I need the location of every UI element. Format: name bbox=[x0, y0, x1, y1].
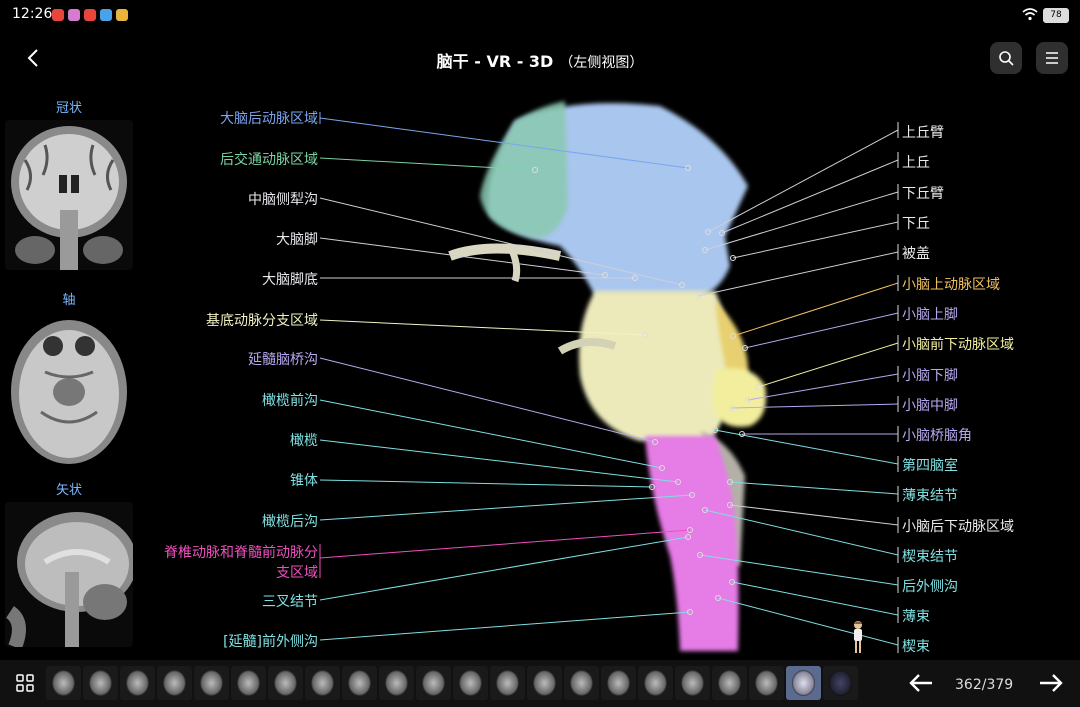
label-text: 上丘臂 bbox=[902, 125, 944, 141]
anatomy-label[interactable]: 小脑下脚 bbox=[902, 365, 958, 385]
anatomy-label[interactable]: 上丘臂 bbox=[902, 122, 944, 142]
anatomy-label[interactable]: 第四脑室 bbox=[902, 455, 958, 475]
label-text: 小脑前下动脉区域 bbox=[902, 337, 1014, 353]
label-text: 薄束结节 bbox=[902, 488, 958, 504]
slice-thumbnail[interactable] bbox=[194, 666, 229, 700]
anatomy-label[interactable]: 小脑上动脉区域 bbox=[902, 274, 1000, 294]
previous-arrow-icon[interactable] bbox=[908, 672, 934, 694]
slice-thumbnail[interactable] bbox=[157, 666, 192, 700]
anatomy-label[interactable]: 大脑脚底 bbox=[262, 269, 318, 289]
slice-thumbnail[interactable] bbox=[564, 666, 599, 700]
anatomy-label[interactable]: 下丘臂 bbox=[902, 183, 944, 203]
label-text: 橄榄后沟 bbox=[262, 514, 318, 530]
slice-thumbnail[interactable] bbox=[379, 666, 414, 700]
label-text: 小脑后下动脉区域 bbox=[902, 519, 1014, 535]
label-text: 上丘 bbox=[902, 155, 930, 171]
label-text: 下丘 bbox=[902, 216, 930, 232]
slice-thumbnail-strip bbox=[46, 666, 858, 700]
anatomy-label[interactable]: 后外侧沟 bbox=[902, 576, 958, 596]
label-text: 锥体 bbox=[290, 473, 318, 489]
anatomy-label[interactable]: 楔束结节 bbox=[902, 546, 958, 566]
label-text: 延髓脑桥沟 bbox=[248, 352, 318, 368]
label-text: 第四脑室 bbox=[902, 458, 958, 474]
label-text: [延髓]前外侧沟 bbox=[223, 634, 318, 650]
anatomy-label[interactable]: 脊椎动脉和脊髓前动脉分 bbox=[164, 542, 318, 562]
anatomy-label[interactable]: 中脑侧犁沟 bbox=[248, 189, 318, 209]
anatomy-label[interactable]: 薄束 bbox=[902, 606, 930, 626]
label-text: 小脑中脚 bbox=[902, 398, 958, 414]
slice-thumbnail-active[interactable] bbox=[786, 666, 821, 700]
anatomy-label[interactable]: 小脑中脚 bbox=[902, 395, 958, 415]
anatomy-label[interactable]: 被盖 bbox=[902, 243, 930, 263]
slice-thumbnail[interactable] bbox=[305, 666, 340, 700]
label-text: 大脑脚底 bbox=[262, 272, 318, 288]
label-text: 小脑桥脑角 bbox=[902, 428, 972, 444]
anatomy-label[interactable]: 支区域 bbox=[276, 562, 318, 582]
anatomy-label[interactable]: 橄榄前沟 bbox=[262, 390, 318, 410]
slice-thumbnail[interactable] bbox=[46, 666, 81, 700]
anatomy-label[interactable]: 小脑前下动脉区域 bbox=[902, 334, 1014, 354]
anatomy-label[interactable]: 延髓脑桥沟 bbox=[248, 349, 318, 369]
slice-thumbnail[interactable] bbox=[601, 666, 636, 700]
label-text: 基底动脉分支区域 bbox=[206, 313, 318, 329]
slice-thumbnail[interactable] bbox=[712, 666, 747, 700]
slice-thumbnail[interactable] bbox=[490, 666, 525, 700]
label-text: 大脑后动脉区域 bbox=[220, 111, 318, 127]
slice-thumbnail[interactable] bbox=[453, 666, 488, 700]
anatomy-label[interactable]: 小脑桥脑角 bbox=[902, 425, 972, 445]
label-text: 三叉结节 bbox=[262, 594, 318, 610]
slice-thumbnail[interactable] bbox=[527, 666, 562, 700]
label-text: 后交通动脉区域 bbox=[220, 152, 318, 168]
label-text: 楔束 bbox=[902, 639, 930, 655]
anatomy-label[interactable]: 大脑后动脉区域 bbox=[220, 108, 318, 128]
label-text: 中脑侧犁沟 bbox=[248, 192, 318, 208]
label-text: 被盖 bbox=[902, 246, 930, 262]
slice-thumbnail[interactable] bbox=[823, 666, 858, 700]
label-text: 下丘臂 bbox=[902, 186, 944, 202]
anatomy-label[interactable]: 小脑上脚 bbox=[902, 304, 958, 324]
slice-filmstrip-bar: 362/379 bbox=[0, 660, 1080, 707]
anatomy-label[interactable]: 橄榄 bbox=[290, 430, 318, 450]
grid-view-icon[interactable] bbox=[16, 674, 34, 692]
slice-thumbnail[interactable] bbox=[83, 666, 118, 700]
slice-thumbnail[interactable] bbox=[416, 666, 451, 700]
anatomy-label[interactable]: [延髓]前外侧沟 bbox=[223, 631, 318, 651]
slice-thumbnail[interactable] bbox=[749, 666, 784, 700]
anatomy-label[interactable]: 薄束结节 bbox=[902, 485, 958, 505]
anatomy-label[interactable]: 橄榄后沟 bbox=[262, 511, 318, 531]
anatomy-label[interactable]: 楔束 bbox=[902, 636, 930, 656]
label-text: 小脑上脚 bbox=[902, 307, 958, 323]
anatomy-label[interactable]: 下丘 bbox=[902, 213, 930, 233]
label-text: 小脑上动脉区域 bbox=[902, 277, 1000, 293]
slice-thumbnail[interactable] bbox=[120, 666, 155, 700]
slice-thumbnail[interactable] bbox=[268, 666, 303, 700]
anatomy-label[interactable]: 后交通动脉区域 bbox=[220, 149, 318, 169]
slice-thumbnail[interactable] bbox=[675, 666, 710, 700]
label-text: 小脑下脚 bbox=[902, 368, 958, 384]
label-text: 脊椎动脉和脊髓前动脉分 bbox=[164, 545, 318, 561]
anatomy-label[interactable]: 小脑后下动脉区域 bbox=[902, 516, 1014, 536]
next-arrow-icon[interactable] bbox=[1038, 672, 1064, 694]
page-counter: 362/379 bbox=[955, 677, 1014, 693]
anatomy-label[interactable]: 上丘 bbox=[902, 152, 930, 172]
label-text: 楔束结节 bbox=[902, 549, 958, 565]
label-text: 薄束 bbox=[902, 609, 930, 625]
label-text: 后外侧沟 bbox=[902, 579, 958, 595]
slice-thumbnail[interactable] bbox=[231, 666, 266, 700]
label-text: 大脑脚 bbox=[276, 232, 318, 248]
anatomy-label[interactable]: 锥体 bbox=[290, 470, 318, 490]
label-text: 橄榄 bbox=[290, 433, 318, 449]
anatomy-label[interactable]: 三叉结节 bbox=[262, 591, 318, 611]
label-text: 橄榄前沟 bbox=[262, 393, 318, 409]
orientation-figure-icon bbox=[854, 621, 862, 653]
slice-thumbnail[interactable] bbox=[342, 666, 377, 700]
anatomy-label[interactable]: 大脑脚 bbox=[276, 229, 318, 249]
label-text: 支区域 bbox=[276, 565, 318, 581]
anatomy-label[interactable]: 基底动脉分支区域 bbox=[206, 310, 318, 330]
slice-thumbnail[interactable] bbox=[638, 666, 673, 700]
